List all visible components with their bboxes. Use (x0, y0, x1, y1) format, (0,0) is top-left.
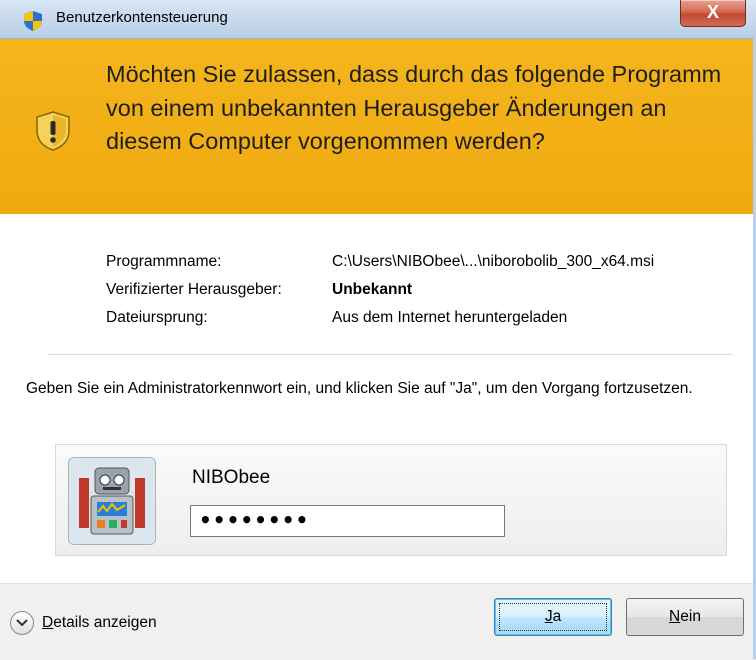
separator (47, 354, 733, 355)
info-label: Dateiursprung: (106, 309, 208, 326)
dialog-footer: Details anzeigen Ja Nein (0, 583, 756, 660)
yes-button[interactable]: Ja (494, 598, 612, 636)
title-bar[interactable]: Benutzerkontensteuerung X (0, 0, 756, 39)
close-button[interactable]: X (680, 0, 746, 27)
no-button-label: Nein (669, 608, 701, 625)
info-value: Aus dem Internet heruntergeladen (332, 309, 568, 326)
focus-ring (499, 603, 607, 631)
info-label: Programmname: (106, 253, 222, 270)
no-button[interactable]: Nein (626, 598, 744, 636)
info-value: Unbekannt (332, 281, 413, 298)
info-row-origin: Dateiursprung: Aus dem Internet herunter… (106, 309, 746, 337)
info-value: C:\Users\NIBObee\...\niborobolib_300_x64… (332, 253, 655, 270)
info-label: Verifizierter Herausgeber: (106, 281, 282, 298)
uac-shield-icon (24, 11, 42, 31)
program-info: Programmname: C:\Users\NIBObee\...\nibor… (106, 253, 746, 337)
details-toggle[interactable]: Details anzeigen (10, 609, 157, 637)
username-label: NIBObee (192, 467, 271, 488)
instruction-text: Geben Sie ein Administratorkennwort ein,… (26, 380, 693, 397)
banner-message: Möchten Sie zulassen, dass durch das fol… (106, 61, 722, 154)
credential-tile[interactable]: NIBObee •••••••• (55, 444, 727, 556)
close-icon: X (706, 2, 719, 22)
chevron-down-icon (10, 611, 34, 635)
robot-avatar-icon (68, 457, 156, 545)
password-field[interactable]: •••••••• (190, 505, 505, 537)
info-row-program-name: Programmname: C:\Users\NIBObee\...\nibor… (106, 253, 746, 281)
details-label: Details anzeigen (42, 614, 157, 631)
uac-dialog: Benutzerkontensteuerung X Möchten Sie zu… (0, 0, 756, 660)
warning-shield-icon (36, 111, 70, 151)
window-title: Benutzerkontensteuerung (56, 9, 228, 26)
info-row-publisher: Verifizierter Herausgeber: Unbekannt (106, 281, 746, 309)
